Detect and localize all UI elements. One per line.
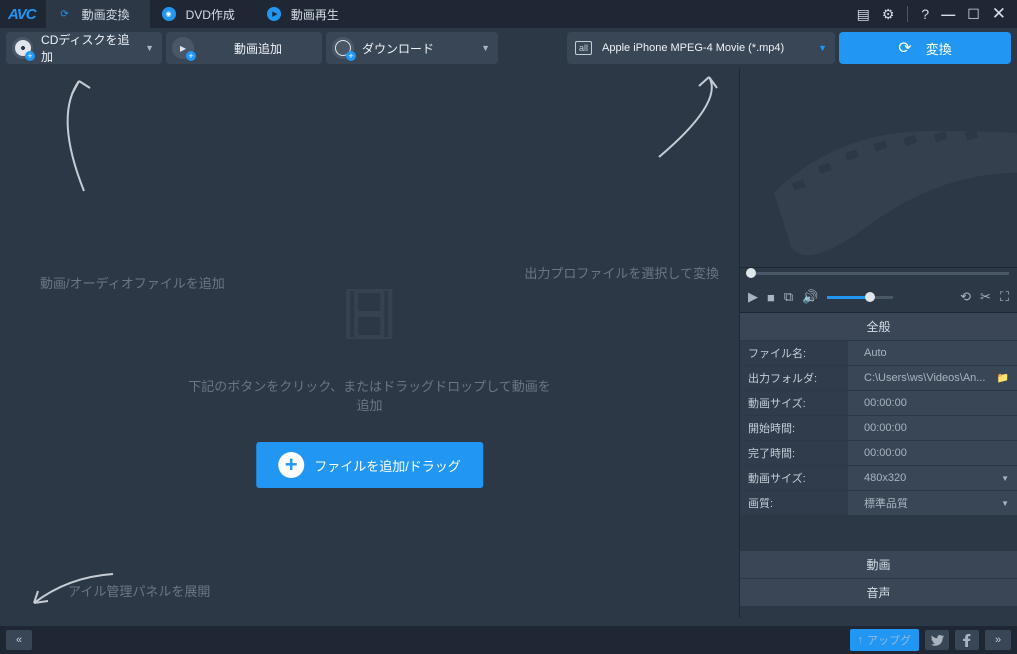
play-icon: ▶ bbox=[267, 7, 281, 21]
tab-label: 動画変換 bbox=[82, 6, 130, 23]
prop-value-resolution[interactable]: 480x320▼ bbox=[848, 466, 1017, 490]
prop-value-filename: Auto bbox=[848, 341, 1017, 365]
preview-area bbox=[740, 68, 1017, 268]
maximize-icon[interactable]: ☐ bbox=[964, 4, 983, 25]
play-button[interactable]: ▶ bbox=[748, 289, 758, 305]
expand-button[interactable]: ⛶ bbox=[1000, 289, 1009, 305]
collapsed-sections: 動画 音声 bbox=[740, 550, 1017, 606]
chevron-down-icon: ▼ bbox=[1001, 474, 1009, 483]
prop-value-end: 00:00:00 bbox=[848, 441, 1017, 465]
drop-zone[interactable]: 下記のボタンをクリック、またはドラッグドロップして動画を追加 + ファイルを追加… bbox=[185, 283, 555, 488]
convert-icon: ⟳ bbox=[898, 38, 911, 58]
stop-button[interactable]: ■ bbox=[767, 290, 775, 305]
disc-add-icon bbox=[12, 37, 33, 59]
all-badge: all bbox=[575, 41, 592, 55]
download-button[interactable]: ダウンロード ▼ bbox=[326, 32, 498, 64]
file-list-pane: 動画/オーディオファイルを追加 出力プロファイルを選択して変換 下記のボタンをク… bbox=[0, 68, 740, 618]
add-video-button[interactable]: 動画追加 bbox=[166, 32, 322, 64]
refresh-icon: ⟳ bbox=[58, 7, 72, 21]
disc-icon: ◉ bbox=[162, 7, 176, 21]
main-area: 動画/オーディオファイルを追加 出力プロファイルを選択して変換 下記のボタンをク… bbox=[0, 68, 1017, 618]
snapshot-button[interactable]: ⧉ bbox=[784, 289, 793, 305]
section-audio[interactable]: 音声 bbox=[740, 578, 1017, 606]
help-icon[interactable]: ? bbox=[918, 4, 932, 24]
prop-value-start: 00:00:00 bbox=[848, 416, 1017, 440]
title-bar: AVC ⟳ 動画変換 ◉ DVD作成 ▶ 動画再生 ▤ ⚙ ? — ☐ ✕ bbox=[0, 0, 1017, 28]
chevron-down-icon: ▼ bbox=[818, 43, 827, 53]
seek-bar[interactable] bbox=[740, 268, 1017, 282]
prop-value-quality[interactable]: 標準品質▼ bbox=[848, 491, 1017, 515]
hint-arrow-2 bbox=[649, 72, 729, 165]
volume-slider[interactable] bbox=[827, 296, 893, 299]
section-general: 全般 bbox=[740, 313, 1017, 341]
properties-table: 全般 ファイル名:Auto 出力フォルダ:C:\Users\ws\Videos\… bbox=[740, 312, 1017, 516]
prop-value-size: 00:00:00 bbox=[848, 391, 1017, 415]
player-controls: ▶ ■ ⧉ 🔊 ⟲ ✂ ⛶ bbox=[740, 282, 1017, 312]
status-bar: « ↑アップグ » bbox=[0, 626, 1017, 654]
prop-label: ファイル名: bbox=[740, 341, 848, 365]
prop-label: 完了時間: bbox=[740, 441, 848, 465]
close-icon[interactable]: ✕ bbox=[989, 2, 1009, 26]
prop-label: 動画サイズ: bbox=[740, 391, 848, 415]
expand-left-button[interactable]: « bbox=[6, 630, 32, 650]
gear-icon[interactable]: ⚙ bbox=[879, 4, 898, 25]
add-file-button[interactable]: + ファイルを追加/ドラッグ bbox=[256, 442, 483, 488]
label: 変換 bbox=[926, 39, 952, 58]
volume-icon[interactable]: 🔊 bbox=[802, 289, 818, 305]
prop-label: 動画サイズ: bbox=[740, 466, 848, 490]
chevron-down-icon: ▼ bbox=[481, 43, 490, 53]
prop-label: 画質: bbox=[740, 491, 848, 515]
folder-icon[interactable]: 📁 bbox=[997, 373, 1009, 384]
toolbar: CDディスクを追加 ▼ 動画追加 ダウンロード ▼ all Apple iPho… bbox=[0, 28, 1017, 68]
tab-label: 動画再生 bbox=[291, 6, 339, 23]
output-profile-select[interactable]: all Apple iPhone MPEG-4 Movie (*.mp4) ▼ bbox=[567, 32, 835, 64]
minimize-icon[interactable]: — bbox=[938, 4, 958, 24]
section-video[interactable]: 動画 bbox=[740, 550, 1017, 578]
log-icon[interactable]: ▤ bbox=[854, 4, 873, 25]
window-controls: ▤ ⚙ ? — ☐ ✕ bbox=[854, 2, 1017, 26]
add-disc-button[interactable]: CDディスクを追加 ▼ bbox=[6, 32, 162, 64]
cut-button[interactable]: ✂ bbox=[980, 289, 991, 305]
hint-select-profile: 出力プロファイルを選択して変換 bbox=[524, 263, 719, 282]
properties-pane: ▶ ■ ⧉ 🔊 ⟲ ✂ ⛶ 全般 ファイル名:Auto 出力フォルダ:C:\Us… bbox=[740, 68, 1017, 618]
tab-dvd[interactable]: ◉ DVD作成 bbox=[150, 0, 255, 28]
label: 動画追加 bbox=[234, 40, 282, 57]
seek-thumb[interactable] bbox=[746, 268, 756, 278]
expand-right-button[interactable]: » bbox=[985, 630, 1011, 650]
up-arrow-icon: ↑ bbox=[858, 634, 864, 646]
plus-icon: + bbox=[278, 452, 304, 478]
filmstrip-icon bbox=[765, 87, 1017, 278]
hint-arrow-1 bbox=[44, 76, 114, 199]
label: ファイルを追加/ドラッグ bbox=[314, 456, 461, 475]
prop-value-folder[interactable]: C:\Users\ws\Videos\An...📁 bbox=[848, 366, 1017, 390]
hint-expand-panel: アイル管理パネルを展開 bbox=[68, 581, 210, 600]
video-add-icon bbox=[172, 37, 194, 59]
prop-label: 開始時間: bbox=[740, 416, 848, 440]
facebook-button[interactable] bbox=[955, 630, 979, 650]
film-icon bbox=[339, 283, 401, 345]
upgrade-button[interactable]: ↑アップグ bbox=[850, 629, 920, 651]
app-logo: AVC bbox=[0, 6, 46, 23]
download-icon bbox=[332, 37, 354, 59]
prop-label: 出力フォルダ: bbox=[740, 366, 848, 390]
twitter-button[interactable] bbox=[925, 630, 949, 650]
convert-button[interactable]: ⟳ 変換 bbox=[839, 32, 1011, 64]
label: ダウンロード bbox=[362, 40, 434, 57]
drop-text: 下記のボタンをクリック、またはドラッグドロップして動画を追加 bbox=[185, 376, 555, 414]
divider bbox=[907, 6, 908, 22]
label: CDディスクを追加 bbox=[41, 31, 137, 65]
tab-play[interactable]: ▶ 動画再生 bbox=[255, 0, 359, 28]
tab-convert[interactable]: ⟳ 動画変換 bbox=[46, 0, 150, 28]
profile-label: Apple iPhone MPEG-4 Movie (*.mp4) bbox=[602, 42, 784, 54]
chevron-down-icon: ▼ bbox=[145, 43, 154, 53]
loop-button[interactable]: ⟲ bbox=[960, 289, 971, 305]
chevron-down-icon: ▼ bbox=[1001, 499, 1009, 508]
tab-label: DVD作成 bbox=[186, 6, 235, 23]
